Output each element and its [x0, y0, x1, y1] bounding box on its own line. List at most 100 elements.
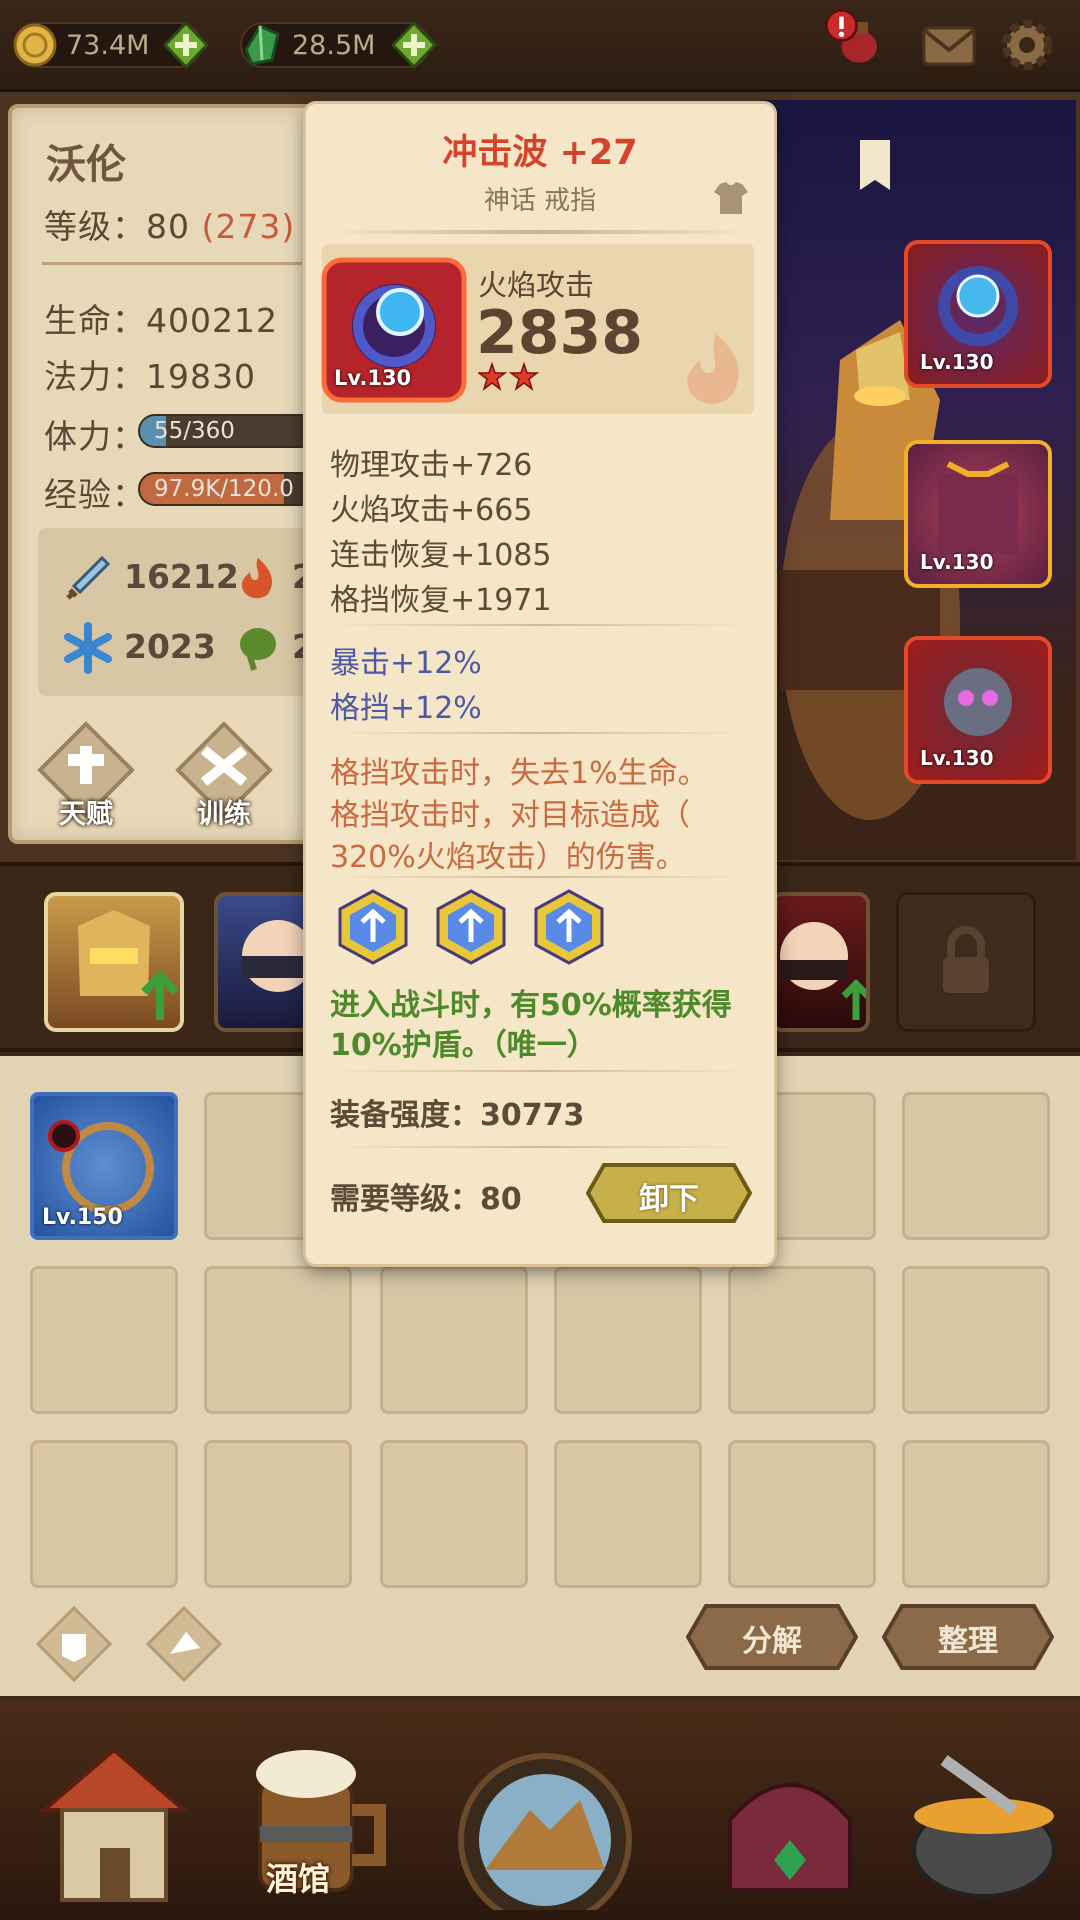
tooltip-separator: [330, 1070, 750, 1072]
equipment-power-label: 装备强度：: [330, 1098, 480, 1133]
add-gold-button[interactable]: [162, 20, 210, 70]
main-stat-value: 2838: [476, 298, 643, 368]
poison-icon: [240, 628, 276, 671]
unequip-label: 卸下: [639, 1182, 699, 1217]
hero-mp-row: 法力：19830: [44, 357, 256, 396]
filter-weapon-icon[interactable]: [146, 1606, 222, 1682]
bonus-stat-line: 格挡+12%: [330, 691, 482, 726]
training-button[interactable]: 训练: [174, 720, 274, 830]
stat-line: 火焰攻击+665: [330, 493, 533, 528]
hero-portrait-ninja[interactable]: [214, 892, 314, 1032]
rainbow-gem-icon: [436, 889, 506, 965]
hero-stamina-label: 体力：: [44, 417, 146, 456]
game-screen: 73.4M 28.5M 沃伦 等级：80 (273) 生命：400212 法力：…: [0, 0, 1080, 1920]
hero-hp-row: 生命：400212: [44, 301, 278, 340]
settings-gear-icon[interactable]: [996, 14, 1058, 76]
gold-value: 73.4M: [66, 30, 150, 61]
talent-button[interactable]: 天赋: [36, 720, 136, 830]
ice-icon: [64, 622, 112, 674]
town-house-icon[interactable]: [14, 1730, 214, 1910]
slot-level: Lv.130: [920, 746, 994, 770]
ring-level: Lv.150: [42, 1205, 123, 1230]
item-type: 神话 戒指: [483, 186, 597, 216]
inventory-slot[interactable]: [902, 1440, 1050, 1588]
required-level-label: 需要等级：: [330, 1182, 480, 1217]
ninja-portrait-icon: [242, 920, 310, 992]
equipped-ring-slot[interactable]: Lv.130: [904, 240, 1052, 388]
exp-bar: 97.9K/120.0: [138, 472, 318, 506]
top-bar: 73.4M 28.5M: [0, 0, 1080, 92]
stat-line: 物理攻击+726: [330, 448, 533, 483]
tooltip-separator: [330, 624, 750, 626]
shirt-icon: [714, 182, 748, 214]
inventory-slot[interactable]: [30, 1266, 178, 1414]
talent-label: 天赋: [59, 799, 113, 830]
locked-hero-slot: [896, 892, 1036, 1032]
inventory-slot[interactable]: [204, 1266, 352, 1414]
hero-divider: [42, 262, 302, 265]
exp-value: 97.9K/120.0: [154, 476, 294, 502]
tooltip-separator: [330, 1146, 750, 1148]
rainbow-gem-icon: [338, 889, 408, 965]
equipped-skull-slot[interactable]: Lv.130: [904, 636, 1052, 784]
inventory-slot[interactable]: [728, 1440, 876, 1588]
unequip-button[interactable]: 卸下: [585, 1162, 753, 1224]
inventory-slot[interactable]: [380, 1266, 528, 1414]
equipment-power-value: 30773: [480, 1098, 585, 1133]
equipped-armor-slot[interactable]: Lv.130: [904, 440, 1052, 588]
gem-effect-line: 10%护盾。（唯一）: [330, 1028, 597, 1063]
item-level: Lv.130: [334, 366, 412, 390]
training-label: 训练: [197, 799, 251, 830]
slot-level: Lv.130: [920, 550, 994, 574]
decompose-button[interactable]: 分解: [685, 1602, 859, 1672]
sort-button[interactable]: 整理: [881, 1602, 1055, 1672]
adventure-map-icon[interactable]: [430, 1730, 660, 1910]
stat-line: 格挡恢复+1971: [330, 583, 552, 618]
warren-portrait-icon: [78, 910, 179, 1020]
add-gems-button[interactable]: [390, 20, 438, 70]
slot-level: Lv.130: [920, 350, 994, 374]
item-icon-frame: Lv.130: [320, 256, 468, 404]
inventory-slot[interactable]: [728, 1266, 876, 1414]
sword-power: 16212: [124, 557, 239, 596]
inventory-slot-ring[interactable]: Lv.150: [30, 1092, 178, 1240]
forge-cauldron-icon[interactable]: [884, 1730, 1080, 1910]
mail-icon[interactable]: [918, 14, 980, 76]
inventory-slot[interactable]: [554, 1266, 702, 1414]
hero-portrait-warren[interactable]: [44, 892, 184, 1032]
stamina-value: 55/360: [154, 418, 235, 444]
hero-hp: 400212: [146, 301, 278, 340]
quest-chest-icon[interactable]: [690, 1730, 890, 1910]
inventory-slot[interactable]: [30, 1440, 178, 1588]
fire-watermark-icon: [687, 334, 739, 404]
gem-value: 28.5M: [292, 30, 376, 61]
required-level-value: 80: [480, 1182, 522, 1217]
inventory-slot[interactable]: [902, 1266, 1050, 1414]
item-name: 冲击波 +27: [442, 133, 638, 173]
inventory-slot[interactable]: [902, 1092, 1050, 1240]
hero-mp: 19830: [146, 357, 256, 396]
sort-label: 整理: [938, 1624, 998, 1659]
bonus-stat-line: 暴击+12%: [330, 646, 482, 681]
hero-level-bonus: (273): [201, 207, 296, 246]
tooltip-divider: [330, 230, 750, 234]
item-stars: [478, 362, 540, 391]
sword-icon: [66, 555, 111, 600]
stat-line: 连击恢复+1085: [330, 538, 552, 573]
inventory-slot[interactable]: [204, 1440, 352, 1588]
inventory-slot[interactable]: [380, 1440, 528, 1588]
stamina-bar: 55/360: [138, 414, 318, 448]
gold-coin-icon: [13, 23, 57, 67]
effect-line: 320%火焰攻击）的伤害。: [330, 840, 686, 875]
hero-level-row: 等级：80 (273): [44, 207, 296, 246]
potion-alert-icon[interactable]: [822, 6, 884, 68]
tavern-label: 酒馆: [266, 1860, 331, 1898]
hero-level: 80: [146, 207, 190, 246]
gem-effect-line: 进入战斗时，有50%概率获得: [330, 988, 732, 1023]
required-level-row: 需要等级：80: [330, 1174, 522, 1218]
inventory-slot[interactable]: [554, 1440, 702, 1588]
hero-portrait-assassin[interactable]: [770, 892, 870, 1032]
filter-armor-icon[interactable]: [36, 1606, 112, 1682]
green-gem-icon: [244, 24, 280, 66]
decompose-label: 分解: [742, 1624, 802, 1659]
